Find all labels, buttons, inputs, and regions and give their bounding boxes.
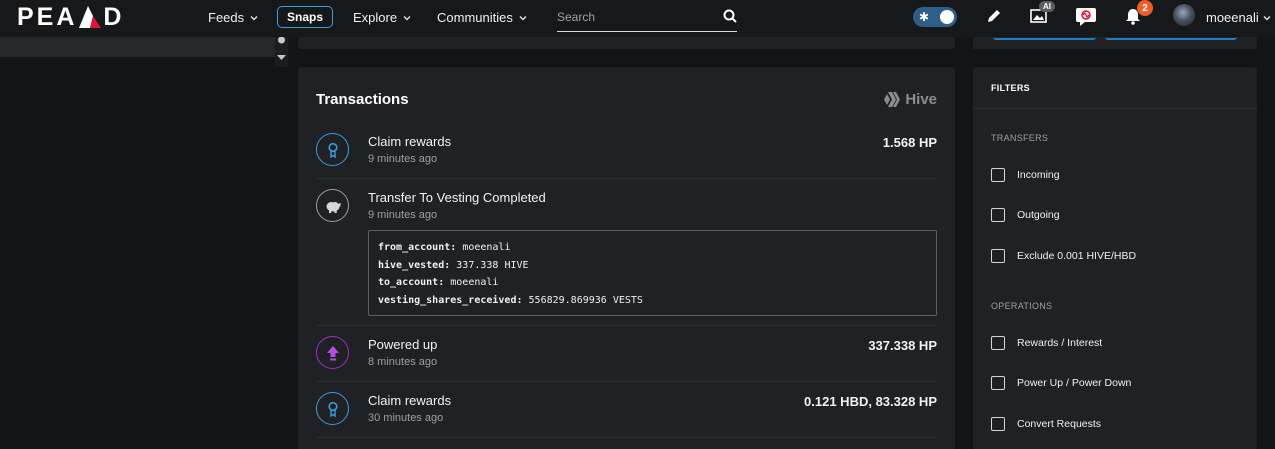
filters-title: FILTERS: [991, 83, 1030, 93]
transaction-amount: 0.121 HBD, 83.328 HP: [804, 394, 937, 409]
transaction-name: Transfer To Vesting Completed: [368, 190, 546, 205]
filter-power-up-down[interactable]: Power Up / Power Down: [991, 376, 1131, 390]
top-navbar: PEA D Feeds Snaps Explore Communities ✱: [0, 0, 1275, 37]
reward-icon: [316, 133, 349, 166]
transaction-amount: 1.568 HP: [882, 135, 937, 150]
filters-card: FILTERS TRANSFERS Incoming Outgoing Excl…: [973, 67, 1257, 449]
nav-communities[interactable]: Communities: [437, 10, 528, 25]
checkbox[interactable]: [991, 208, 1005, 222]
nav-communities-label: Communities: [437, 10, 513, 25]
filter-label: Convert Requests: [1017, 418, 1102, 430]
sun-icon: ✱: [919, 10, 930, 24]
transaction-row[interactable]: Powered up 8 minutes ago 337.338 HP: [316, 326, 937, 382]
filter-exclude-dust[interactable]: Exclude 0.001 HIVE/HBD: [991, 249, 1136, 263]
logo-text-left: PEA: [17, 2, 78, 31]
chevron-down-icon: [1263, 15, 1271, 21]
hive-label: Hive: [905, 91, 937, 108]
filter-label: Exclude 0.001 HIVE/HBD: [1017, 250, 1137, 262]
filter-convert-requests[interactable]: Convert Requests: [991, 417, 1101, 431]
checkbox[interactable]: [991, 376, 1005, 390]
logo-text-right: D: [103, 2, 125, 31]
theme-toggle[interactable]: ✱: [913, 7, 957, 27]
chevron-down-icon: [403, 15, 411, 21]
transfers-section-label: TRANSFERS: [991, 133, 1049, 143]
filter-label: Incoming: [1017, 169, 1060, 181]
hive-network-label: Hive: [884, 91, 937, 108]
transaction-time: 9 minutes ago: [368, 153, 438, 165]
detail-line: vesting_shares_received: 556829.869936 V…: [378, 294, 643, 306]
filter-rewards-interest[interactable]: Rewards / Interest: [991, 336, 1102, 350]
checkbox[interactable]: [991, 168, 1005, 182]
transaction-row[interactable]: Claim rewards 9 minutes ago 1.568 HP: [316, 123, 937, 179]
nav-feeds-label: Feeds: [208, 10, 245, 25]
snaps-button[interactable]: Snaps: [277, 6, 333, 28]
transaction-amount: 337.338 HP: [868, 338, 937, 353]
divider: [973, 108, 1257, 109]
chat-bubble-icon[interactable]: [1075, 6, 1097, 28]
left-panel-strip: [0, 37, 275, 57]
checkbox[interactable]: [991, 336, 1005, 350]
peakd-logo[interactable]: PEA D: [17, 2, 125, 31]
pencil-icon[interactable]: [986, 8, 1002, 24]
search-icon[interactable]: [723, 9, 737, 23]
profile-card-bottom: [298, 37, 955, 49]
filter-label: Rewards / Interest: [1017, 337, 1103, 349]
transaction-name: Claim rewards: [368, 393, 452, 408]
filter-incoming[interactable]: Incoming: [991, 168, 1060, 182]
transaction-row[interactable]: Claim rewards 30 minutes ago 0.121 HBD, …: [316, 382, 937, 438]
checkbox[interactable]: [991, 417, 1005, 431]
user-avatar[interactable]: [1173, 4, 1195, 26]
transaction-time: 9 minutes ago: [368, 209, 438, 221]
hive-logo-icon: [884, 92, 901, 107]
chevron-down-icon: [250, 15, 258, 21]
notification-count-badge: 2: [1137, 0, 1153, 16]
user-menu[interactable]: moeenali: [1206, 10, 1272, 25]
transaction-time: 30 minutes ago: [368, 412, 444, 424]
transaction-name: Claim rewards: [368, 134, 452, 149]
logo-k-mark: [79, 6, 102, 28]
username-label: moeenali: [1206, 10, 1259, 25]
operations-section-label: OPERATIONS: [991, 301, 1053, 311]
piggy-bank-icon: [316, 189, 349, 222]
search-box: [557, 6, 737, 32]
checkbox[interactable]: [991, 249, 1005, 263]
reward-icon: [316, 392, 349, 425]
nav-explore[interactable]: Explore: [353, 10, 412, 25]
detail-line: hive_vested: 337.338 HIVE: [378, 259, 529, 271]
power-up-icon: [316, 336, 349, 369]
filter-outgoing[interactable]: Outgoing: [991, 208, 1060, 222]
transactions-title: Transactions: [316, 91, 409, 108]
detail-line: to_account: moeenali: [378, 277, 499, 288]
toggle-knob: [940, 10, 954, 24]
right-top-card: [973, 37, 1257, 49]
action-button-edge[interactable]: [993, 37, 1096, 40]
detail-line: from_account: moeenali: [378, 242, 511, 253]
nav-explore-label: Explore: [353, 10, 398, 25]
filter-label: Outgoing: [1017, 209, 1060, 221]
filter-label: Power Up / Power Down: [1017, 377, 1132, 389]
search-input[interactable]: [557, 6, 707, 28]
ai-badge: AI: [1039, 1, 1055, 12]
transaction-name: Powered up: [368, 337, 438, 352]
transaction-time: 8 minutes ago: [368, 356, 438, 368]
snaps-label: Snaps: [286, 10, 323, 24]
chevron-down-icon: [519, 15, 527, 21]
scroll-arrow-icons: [277, 36, 286, 60]
nav-feeds[interactable]: Feeds: [208, 10, 259, 25]
action-button-edge[interactable]: [1105, 37, 1237, 40]
transaction-details: from_account: moeenali hive_vested: 337.…: [368, 230, 937, 316]
scrollbar[interactable]: [275, 36, 288, 67]
transactions-card: Transactions Hive Claim rewards 9 minute…: [298, 67, 955, 449]
transaction-row[interactable]: Transfer To Vesting Completed 9 minutes …: [316, 179, 937, 326]
